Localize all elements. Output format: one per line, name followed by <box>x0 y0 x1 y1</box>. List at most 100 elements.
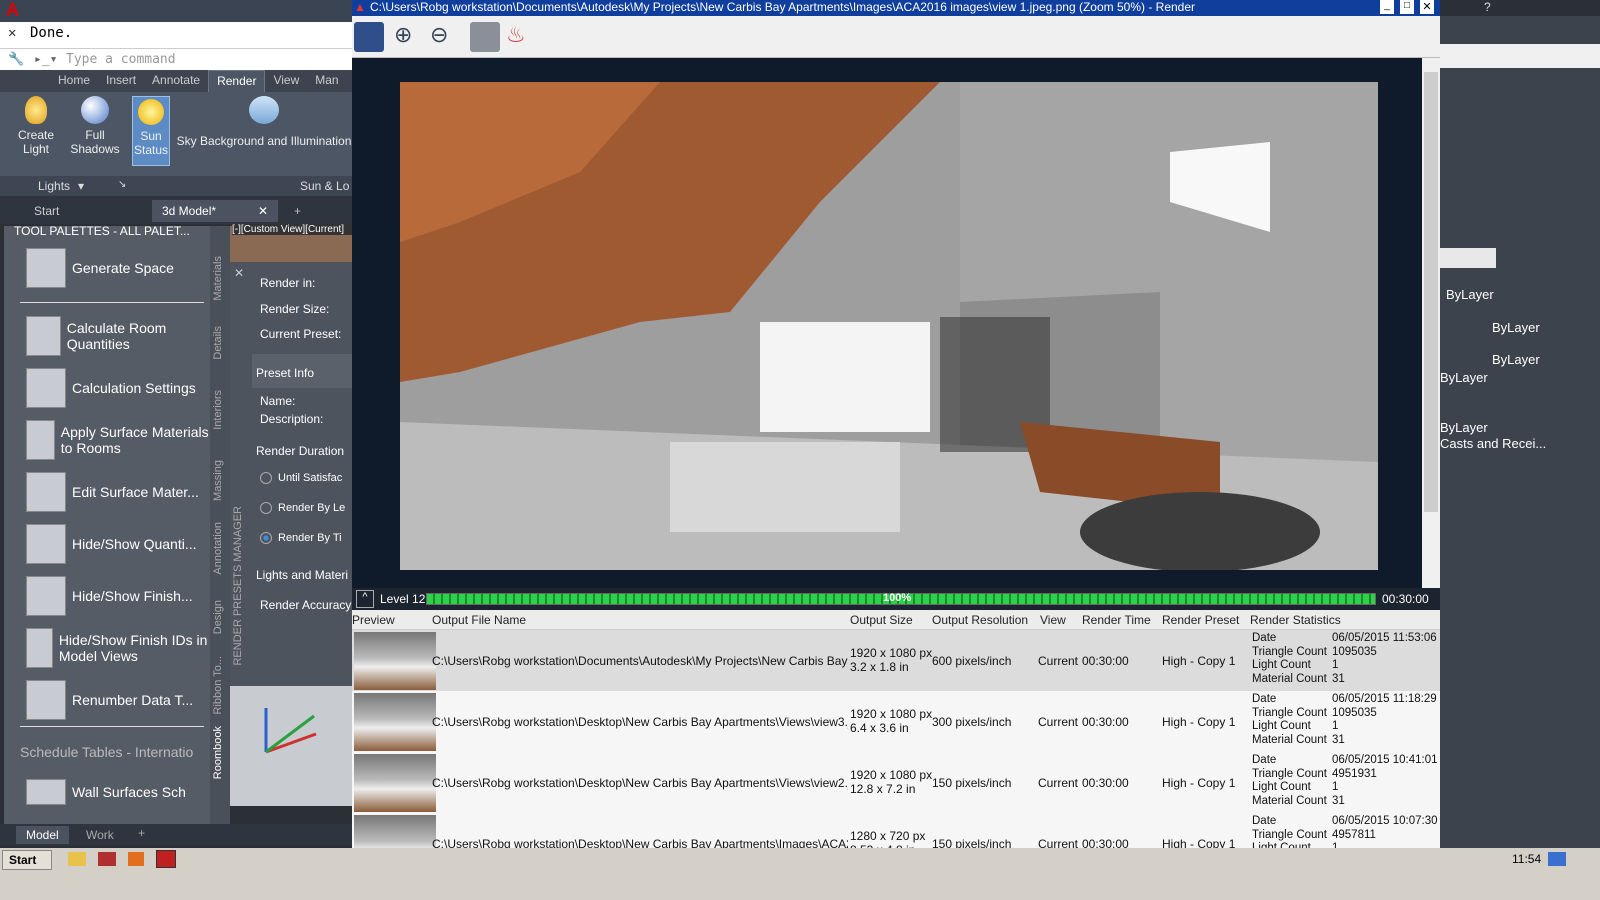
shadow-value[interactable]: Casts and Recei... <box>1440 436 1546 451</box>
create-light-button[interactable]: Create Light <box>14 96 58 156</box>
render-teapot-icon[interactable]: ♨ <box>506 22 536 52</box>
side-tab-annotation[interactable]: Annotation <box>212 522 224 575</box>
col-output-file[interactable]: Output File Name <box>432 613 526 627</box>
document-tabs: Start 3d Model* ✕ + <box>0 196 352 224</box>
layer-value-3[interactable]: ByLayer <box>1492 352 1540 367</box>
tab-insert[interactable]: Insert <box>98 70 144 92</box>
palette-item-generate-space[interactable]: Generate Space <box>26 246 210 290</box>
folder-icon[interactable] <box>68 852 86 866</box>
rendered-image[interactable] <box>400 82 1378 570</box>
tab-home[interactable]: Home <box>50 70 98 92</box>
palette-item-hide-show-finish[interactable]: Hide/Show Finish... <box>26 574 210 618</box>
preview-thumbnail[interactable] <box>354 693 436 751</box>
close-icon[interactable]: ✕ <box>234 266 244 280</box>
col-render-time[interactable]: Render Time <box>1082 613 1151 627</box>
progress-percent: 100% <box>883 592 912 604</box>
minimize-icon[interactable]: _ <box>1380 0 1394 14</box>
tab-annotate[interactable]: Annotate <box>144 70 208 92</box>
palette-item-edit-surface[interactable]: Edit Surface Mater... <box>26 470 210 514</box>
sun-status-button[interactable]: Sun Status <box>132 96 170 166</box>
col-output-size[interactable]: Output Size <box>850 613 913 627</box>
zoom-in-icon[interactable]: ⊕ <box>394 22 424 52</box>
side-tab-interiors[interactable]: Interiors <box>212 390 224 430</box>
scrollbar-thumb[interactable] <box>1424 72 1438 512</box>
layer-value-4[interactable]: ByLayer <box>1440 370 1488 385</box>
print-icon[interactable] <box>470 22 500 52</box>
render-window: ▲ C:\Users\Robg workstation\Documents\Au… <box>352 0 1440 875</box>
side-tab-design[interactable]: Design <box>212 600 224 634</box>
side-tab-details[interactable]: Details <box>212 326 224 360</box>
ribbon-tabs: Home Insert Annotate Render View Man <box>0 70 352 92</box>
help-icon[interactable]: ? <box>1484 0 1491 14</box>
dialog-launcher-icon[interactable]: ↘ <box>118 179 126 190</box>
close-icon[interactable]: ✕ <box>258 204 268 218</box>
col-preview[interactable]: Preview <box>352 613 395 627</box>
media-icon[interactable] <box>128 852 144 866</box>
new-tab-icon[interactable]: + <box>284 200 308 222</box>
palette-item-calculation-settings[interactable]: Calculation Settings <box>26 366 210 410</box>
autocad-taskbar-icon[interactable] <box>156 850 176 868</box>
tab-3d-model[interactable]: 3d Model* ✕ <box>152 200 278 222</box>
app-icon[interactable] <box>98 852 116 866</box>
chevron-down-icon[interactable]: ▾ <box>78 179 84 193</box>
ribbon-footer: Lights ▾ ↘ Sun & Lo <box>0 176 352 196</box>
side-tab-roombook[interactable]: Roombook <box>212 726 224 779</box>
vertical-scrollbar[interactable] <box>1422 58 1440 588</box>
viewport-label[interactable]: [-][Custom View][Current] <box>232 224 352 235</box>
preview-thumbnail[interactable] <box>354 632 436 690</box>
layer-value-5[interactable]: ByLayer <box>1440 420 1488 435</box>
close-icon[interactable]: ✕ <box>8 25 16 41</box>
history-row[interactable]: C:\Users\Robg workstation\Desktop\New Ca… <box>352 691 1440 753</box>
col-output-resolution[interactable]: Output Resolution <box>932 613 1028 627</box>
palette-item-wall-surfaces[interactable]: Wall Surfaces Sch <box>26 770 210 814</box>
tab-manage[interactable]: Man <box>307 70 346 92</box>
palette-item-hide-show-quantities[interactable]: Hide/Show Quanti... <box>26 522 210 566</box>
layer-dropdown[interactable] <box>1440 248 1496 268</box>
col-render-statistics[interactable]: Render Statistics <box>1250 613 1341 627</box>
layer-value-2[interactable]: ByLayer <box>1492 320 1540 335</box>
save-icon[interactable] <box>354 22 384 52</box>
side-tab-ribbon-tools[interactable]: Ribbon To... <box>212 656 224 715</box>
tab-work[interactable]: Work <box>86 828 114 842</box>
sky-background-button[interactable]: Sky Background and Illumination <box>176 96 352 148</box>
command-prompt-icon[interactable]: ▸_▾ <box>34 52 57 67</box>
palette-item-calculate-room[interactable]: Calculate Room Quantities <box>26 314 210 358</box>
new-layout-icon[interactable]: + <box>138 826 145 840</box>
zoom-out-icon[interactable]: ⊖ <box>430 22 460 52</box>
tab-model[interactable]: Model <box>16 826 69 844</box>
render-time: 00:30:00 <box>1082 654 1129 668</box>
palette-item-hide-show-finish-ids[interactable]: Hide/Show Finish IDs in Model Views <box>26 626 210 670</box>
preview-thumbnail[interactable] <box>354 754 436 812</box>
sun-panel-label[interactable]: Sun & Lo <box>300 179 349 193</box>
lights-panel-label[interactable]: Lights <box>38 179 70 193</box>
collapse-icon[interactable]: ^ <box>356 590 374 608</box>
radio-until[interactable] <box>260 472 272 484</box>
show-desktop-icon[interactable] <box>1548 852 1566 866</box>
preset-info-header[interactable]: Preset Info <box>252 354 352 388</box>
command-input[interactable]: 🔧 ▸_▾ Type a command <box>0 48 352 70</box>
layer-value-1[interactable]: ByLayer <box>1446 287 1494 302</box>
tab-render[interactable]: Render <box>208 70 266 92</box>
radio-by-time[interactable] <box>260 532 272 544</box>
start-button[interactable]: Start <box>2 850 52 870</box>
autocad-icon: ▲ <box>354 0 366 14</box>
render-statistics: Date 06/05/2015 10:41:01 Triangle Count 495… <box>1252 754 1438 808</box>
col-view[interactable]: View <box>1040 613 1066 627</box>
radio-by-level[interactable] <box>260 502 272 514</box>
search-bar[interactable] <box>1440 44 1600 68</box>
history-row[interactable]: C:\Users\Robg workstation\Documents\Auto… <box>352 630 1440 692</box>
col-render-preset[interactable]: Render Preset <box>1162 613 1239 627</box>
autocad-logo-icon[interactable]: A <box>6 0 32 20</box>
palette-item-apply-surface[interactable]: Apply Surface Materials to Rooms <box>26 418 210 462</box>
full-shadows-button[interactable]: Full Shadows <box>70 96 120 156</box>
history-row[interactable]: C:\Users\Robg workstation\Desktop\New Ca… <box>352 752 1440 814</box>
side-tab-massing[interactable]: Massing <box>212 460 224 501</box>
maximize-icon[interactable]: □ <box>1400 0 1414 14</box>
wrench-icon[interactable]: 🔧 <box>8 52 24 67</box>
close-icon[interactable]: ✕ <box>1420 0 1434 14</box>
tab-start[interactable]: Start <box>24 200 144 222</box>
tab-view[interactable]: View <box>265 70 307 92</box>
side-tab-materials[interactable]: Materials <box>212 256 224 301</box>
palette-item-renumber[interactable]: Renumber Data T... <box>26 678 210 722</box>
output-resolution: 600 pixels/inch <box>932 654 1012 668</box>
